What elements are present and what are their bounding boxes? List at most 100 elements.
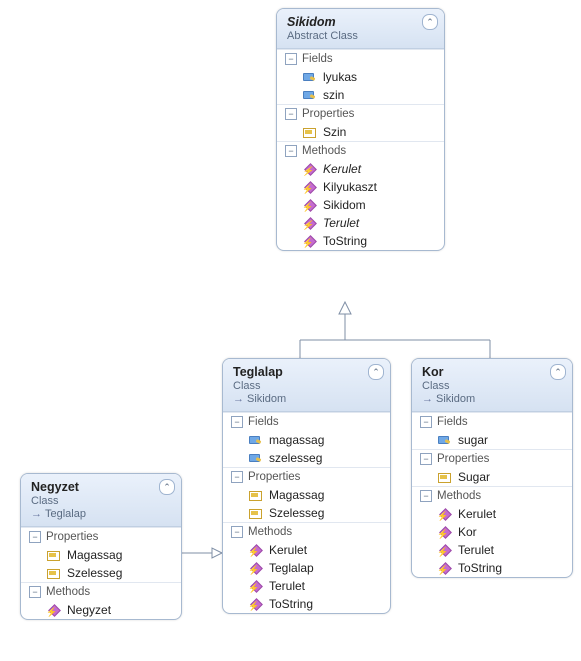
class-teglalap[interactable]: Teglalap Class →Sikidom ⌃ −Fields magass… (222, 358, 391, 614)
section-methods[interactable]: −Methods (412, 486, 572, 505)
property-icon (438, 471, 452, 483)
property-icon (303, 126, 317, 138)
section-methods[interactable]: −Methods (277, 141, 444, 160)
member-label: szelesseg (269, 451, 322, 465)
property-item[interactable]: Sugar (412, 468, 572, 486)
section-properties[interactable]: −Properties (412, 449, 572, 468)
class-sikidom[interactable]: Sikidom Abstract Class ⌃ −Fields lyukas … (276, 8, 445, 251)
class-negyzet[interactable]: Negyzet Class →Teglalap ⌃ −Properties Ma… (20, 473, 182, 620)
method-icon: ⚡ (303, 181, 317, 193)
property-item[interactable]: Szelesseg (223, 504, 390, 522)
section-methods[interactable]: −Methods (21, 582, 181, 601)
member-label: Sugar (458, 470, 490, 484)
method-item[interactable]: ⚡ToString (277, 232, 444, 250)
method-item[interactable]: ⚡ Negyzet (21, 601, 181, 619)
class-subtitle: Abstract Class (287, 30, 436, 42)
field-item[interactable]: szin (277, 86, 444, 104)
method-icon: ⚡ (303, 199, 317, 211)
section-label: Methods (302, 145, 346, 157)
method-item[interactable]: ⚡Kor (412, 523, 572, 541)
member-label: Magassag (269, 488, 324, 502)
class-kor[interactable]: Kor Class →Sikidom ⌃ −Fields sugar −Prop… (411, 358, 573, 578)
section-label: Properties (248, 471, 300, 483)
field-item[interactable]: magassag (223, 431, 390, 449)
toggle-icon[interactable]: − (285, 145, 297, 157)
section-properties[interactable]: −Properties (223, 467, 390, 486)
method-icon: ⚡ (303, 163, 317, 175)
member-label: ToString (269, 597, 313, 611)
member-label: lyukas (323, 70, 357, 84)
method-item[interactable]: ⚡Kerulet (412, 505, 572, 523)
property-item[interactable]: Magassag (223, 486, 390, 504)
section-label: Fields (437, 416, 468, 428)
toggle-icon[interactable]: − (231, 416, 243, 428)
method-icon: ⚡ (47, 604, 61, 616)
class-subtitle: Class (233, 380, 382, 392)
member-label: Szelesseg (67, 566, 122, 580)
collapse-icon[interactable]: ⌃ (550, 364, 566, 380)
field-item[interactable]: sugar (412, 431, 572, 449)
section-methods[interactable]: −Methods (223, 522, 390, 541)
section-properties[interactable]: −Properties (21, 527, 181, 546)
section-fields[interactable]: −Fields (223, 412, 390, 431)
member-label: Negyzet (67, 603, 111, 617)
section-label: Properties (302, 108, 354, 120)
member-label: Kor (458, 525, 477, 539)
collapse-icon[interactable]: ⌃ (422, 14, 438, 30)
method-item[interactable]: ⚡ Kerulet (277, 160, 444, 178)
section-fields[interactable]: −Fields (412, 412, 572, 431)
property-item[interactable]: Szelesseg (21, 564, 181, 582)
toggle-icon[interactable]: − (29, 531, 41, 543)
field-item[interactable]: lyukas (277, 68, 444, 86)
method-item[interactable]: ⚡ToString (412, 559, 572, 577)
toggle-icon[interactable]: − (29, 586, 41, 598)
method-item[interactable]: ⚡Teglalap (223, 559, 390, 577)
collapse-icon[interactable]: ⌃ (159, 479, 175, 495)
property-icon (47, 549, 61, 561)
class-header[interactable]: Negyzet Class →Teglalap ⌃ (21, 474, 181, 527)
toggle-icon[interactable]: − (231, 526, 243, 538)
method-item[interactable]: ⚡Kerulet (223, 541, 390, 559)
member-label: Magassag (67, 548, 122, 562)
property-icon (47, 567, 61, 579)
member-label: Kerulet (323, 162, 361, 176)
toggle-icon[interactable]: − (420, 453, 432, 465)
section-properties[interactable]: −Properties (277, 104, 444, 123)
member-label: szin (323, 88, 344, 102)
section-label: Properties (46, 531, 98, 543)
toggle-icon[interactable]: − (420, 416, 432, 428)
method-item[interactable]: ⚡Terulet (223, 577, 390, 595)
class-subtitle: Class (422, 380, 564, 392)
member-label: Terulet (269, 579, 305, 593)
class-header[interactable]: Sikidom Abstract Class ⌃ (277, 9, 444, 49)
member-label: Kerulet (269, 543, 307, 557)
class-header[interactable]: Teglalap Class →Sikidom ⌃ (223, 359, 390, 412)
inherits-label: Teglalap (45, 508, 86, 520)
property-item[interactable]: Szin (277, 123, 444, 141)
section-fields[interactable]: −Fields (277, 49, 444, 68)
method-item[interactable]: ⚡Kilyukaszt (277, 178, 444, 196)
section-label: Methods (437, 490, 481, 502)
field-icon (249, 452, 263, 464)
method-item[interactable]: ⚡Terulet (277, 214, 444, 232)
field-item[interactable]: szelesseg (223, 449, 390, 467)
inherit-arrow-icon: → (31, 508, 42, 520)
field-icon (303, 71, 317, 83)
toggle-icon[interactable]: − (285, 108, 297, 120)
class-title: Negyzet (31, 480, 173, 494)
method-item[interactable]: ⚡ToString (223, 595, 390, 613)
class-header[interactable]: Kor Class →Sikidom ⌃ (412, 359, 572, 412)
member-label: Terulet (458, 543, 494, 557)
toggle-icon[interactable]: − (420, 490, 432, 502)
method-item[interactable]: ⚡Terulet (412, 541, 572, 559)
section-label: Properties (437, 453, 489, 465)
property-item[interactable]: Magassag (21, 546, 181, 564)
class-subtitle: Class (31, 495, 173, 507)
toggle-icon[interactable]: − (231, 471, 243, 483)
method-item[interactable]: ⚡Sikidom (277, 196, 444, 214)
inherits-label: Sikidom (247, 393, 286, 405)
section-label: Fields (248, 416, 279, 428)
method-icon: ⚡ (303, 235, 317, 247)
collapse-icon[interactable]: ⌃ (368, 364, 384, 380)
toggle-icon[interactable]: − (285, 53, 297, 65)
